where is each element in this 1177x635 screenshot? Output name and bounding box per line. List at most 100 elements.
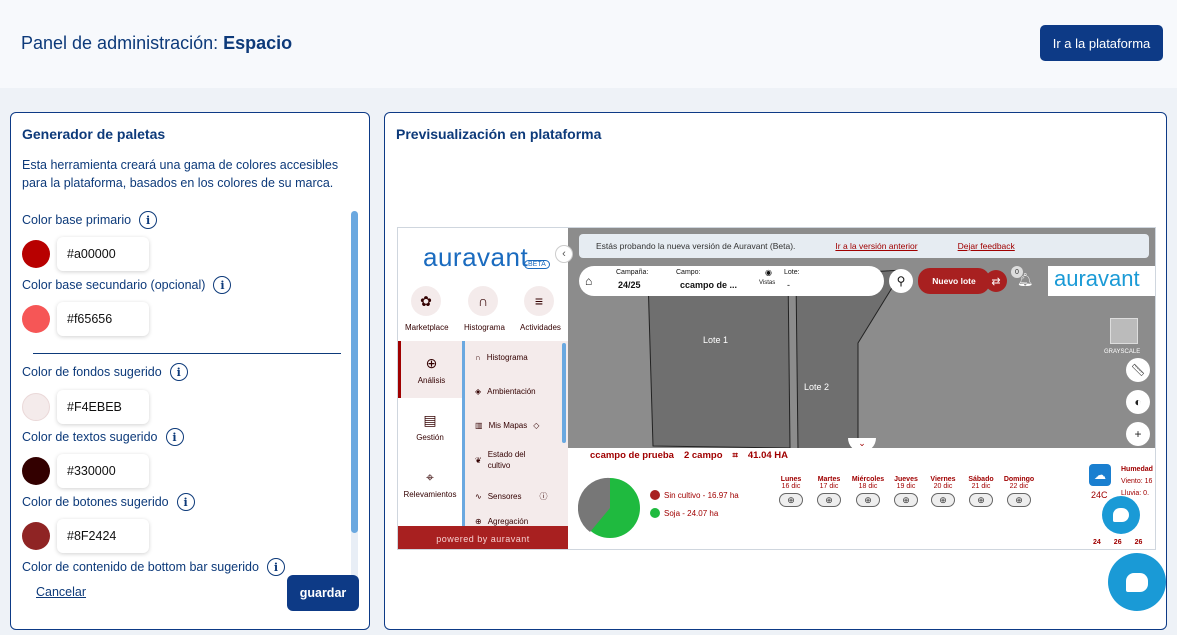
- add-icon[interactable]: ⊕: [779, 493, 803, 507]
- eye-icon[interactable]: ◉: [765, 268, 772, 277]
- backgrounds-color-swatch[interactable]: [22, 393, 50, 421]
- cancel-link[interactable]: Cancelar: [36, 585, 86, 599]
- field-label-backgrounds: Color de fondos sugerido i: [22, 363, 188, 381]
- legend-no-crop: Sin cultivo - 16.97 ha: [650, 490, 739, 500]
- auravant-logo: auravant: [423, 242, 529, 272]
- forecast-day: Sábado 21 dic ⊕: [968, 476, 994, 507]
- previous-version-link[interactable]: Ir a la versión anterior: [835, 241, 917, 251]
- cloud-icon: ☁: [1089, 464, 1111, 486]
- info-icon[interactable]: i: [165, 428, 184, 446]
- auravant-logo-header: auravant: [1048, 266, 1155, 296]
- submenu-item[interactable]: ◈ Ambientación: [475, 387, 536, 396]
- field-label-secondary: Color base secundario (opcional) i: [22, 276, 232, 294]
- submenu-scrollbar[interactable]: [562, 343, 566, 443]
- save-button[interactable]: guardar: [287, 575, 359, 611]
- crop-pie-chart: [578, 477, 640, 538]
- preview-sidebar: auravant BETA ✿ Marketplace ∩ Histograma…: [398, 228, 568, 549]
- analysis-icon: ⊕: [425, 354, 438, 371]
- palette-title: Generador de paletas: [22, 126, 166, 142]
- add-icon[interactable]: ⊕: [856, 493, 880, 507]
- forecast-day: Jueves 19 dic ⊕: [894, 476, 918, 507]
- histogram-icon: ∩: [475, 353, 481, 362]
- forecast-day: Martes 17 dic ⊕: [817, 476, 841, 507]
- collapse-sidebar-icon[interactable]: ‹: [555, 245, 573, 263]
- legend-soy: Soja - 24.07 ha: [650, 508, 718, 518]
- preview-title: Previsualización en plataforma: [396, 126, 602, 142]
- info-icon[interactable]: i: [139, 211, 158, 229]
- scrollbar-thumb[interactable]: [351, 211, 358, 533]
- new-lote-button[interactable]: Nuevo lote: [918, 268, 990, 294]
- histogram-icon[interactable]: ∩: [468, 286, 498, 316]
- aggregate-icon: ⊕: [475, 517, 482, 526]
- activities-icon[interactable]: ≡: [524, 286, 554, 316]
- info-icon[interactable]: i: [176, 493, 195, 511]
- primary-color-swatch[interactable]: [22, 240, 50, 268]
- submenu-item[interactable]: ∿ Sensores ⓘ: [475, 491, 548, 502]
- diamond-icon: ◇: [533, 421, 540, 430]
- add-icon[interactable]: ⊕: [1007, 493, 1031, 507]
- layers-icon: ◈: [475, 387, 482, 396]
- primary-color-input[interactable]: #a00000: [57, 237, 149, 271]
- bottom-bar: ⌄ ccampo de prueba 2 campo ⌗ 41.04 HA Si…: [568, 438, 1155, 549]
- home-icon[interactable]: ⌂: [585, 274, 592, 288]
- texts-color-swatch[interactable]: [22, 457, 50, 485]
- backgrounds-color-input[interactable]: #F4EBEB: [57, 390, 149, 424]
- search-icon[interactable]: ⚲: [889, 269, 913, 293]
- page-title-space: Espacio: [223, 33, 293, 53]
- chat-bubble-icon[interactable]: [1102, 496, 1140, 534]
- marketplace-label: Marketplace: [405, 323, 449, 332]
- forecast-day: Domingo 22 dic ⊕: [1003, 476, 1035, 507]
- secondary-color-swatch[interactable]: [22, 305, 50, 333]
- add-icon[interactable]: ⊕: [817, 493, 841, 507]
- info-icon[interactable]: i: [266, 558, 285, 576]
- buttons-color-input[interactable]: #8F2424: [57, 519, 149, 553]
- feedback-link[interactable]: Dejar feedback: [958, 241, 1015, 251]
- swap-icon[interactable]: ⇄: [985, 270, 1007, 292]
- chat-bubble-icon[interactable]: [1108, 553, 1166, 611]
- map-icon: ▥: [475, 421, 483, 430]
- nav-item-surveys[interactable]: ⌖ Relevamientos: [398, 455, 462, 512]
- nav-item-analysis[interactable]: ⊕ Análisis: [398, 341, 462, 398]
- top-bar: Panel de administración: Espacio Ir a la…: [0, 0, 1177, 88]
- filter-bar[interactable]: ⌂ Campaña: 24/25 Campo: ccampo de ... ◉ …: [579, 266, 884, 296]
- add-icon[interactable]: ⊕: [894, 493, 918, 507]
- lote-1-shape: [647, 269, 791, 449]
- submenu-item[interactable]: ∩ Histograma: [475, 353, 528, 362]
- info-icon[interactable]: i: [213, 276, 232, 294]
- map-lote-label: Lote 2: [804, 382, 830, 392]
- go-platform-button[interactable]: Ir a la plataforma: [1040, 25, 1163, 61]
- palette-panel: Generador de paletas Esta herramienta cr…: [10, 112, 370, 630]
- field-label-bottombar: Color de contenido de bottom bar sugerid…: [22, 558, 285, 576]
- add-icon[interactable]: ⊕: [969, 493, 993, 507]
- platform-preview: Lote 1 Lote 2 auravant BETA ✿ Marketplac…: [397, 227, 1156, 550]
- chevron-down-icon[interactable]: ⌄: [848, 438, 876, 452]
- forecast-day: Lunes 16 dic ⊕: [779, 476, 803, 507]
- forecast-day: Viernes 20 dic ⊕: [930, 476, 956, 507]
- submenu-item[interactable]: ⊕ Agregación: [475, 517, 528, 526]
- map-lote-label: Lote 1: [703, 335, 729, 345]
- info-icon[interactable]: i: [169, 363, 188, 381]
- info-icon: ⓘ: [539, 492, 548, 501]
- grayscale-thumbnail[interactable]: [1110, 318, 1138, 344]
- preview-nav: ⊕ Análisis ▤ Gestión ⌖ Relevamientos: [398, 341, 462, 526]
- bottom-bar-header: ccampo de prueba 2 campo ⌗ 41.04 HA: [590, 450, 788, 461]
- field-label-texts: Color de textos sugerido i: [22, 428, 184, 446]
- add-icon[interactable]: ⊕: [931, 493, 955, 507]
- management-icon: ▤: [423, 411, 437, 428]
- nav-item-management[interactable]: ▤ Gestión: [398, 398, 462, 455]
- submenu-item[interactable]: ❦ Estado del cultivo: [475, 449, 535, 471]
- bell-icon[interactable]: 🔔︎: [1017, 272, 1034, 288]
- compass-icon[interactable]: ◐: [1126, 390, 1150, 414]
- secondary-color-input[interactable]: #f65656: [57, 302, 149, 336]
- buttons-color-swatch[interactable]: [22, 522, 50, 550]
- area-icon: ⌗: [732, 450, 738, 461]
- marketplace-icon[interactable]: ✿: [411, 286, 441, 316]
- field-label-buttons: Color de botones sugerido i: [22, 493, 195, 511]
- zoom-in-icon[interactable]: +: [1126, 422, 1150, 446]
- grayscale-label: GRAYSCALE: [1104, 349, 1141, 355]
- submenu-item[interactable]: ▥ Mis Mapas ◇: [475, 421, 539, 430]
- divider: [33, 353, 341, 354]
- texts-color-input[interactable]: #330000: [57, 454, 149, 488]
- ruler-icon[interactable]: 📏︎: [1126, 358, 1150, 382]
- powered-by-footer: powered by auravant: [398, 526, 568, 549]
